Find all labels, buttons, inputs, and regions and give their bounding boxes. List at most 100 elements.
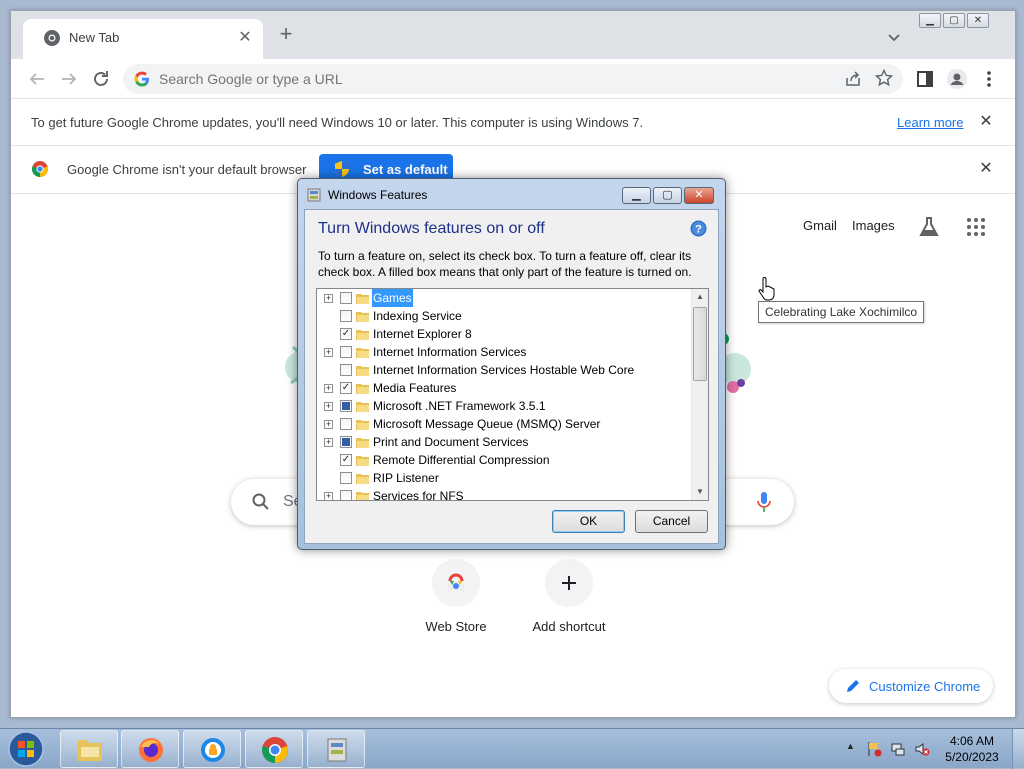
forward-icon[interactable] [57, 67, 81, 91]
tab-search-chevron-icon[interactable] [884, 27, 904, 47]
feature-row[interactable]: Indexing Service [317, 307, 692, 325]
dialog-titlebar[interactable]: Windows Features ▁ ▢ ✕ [298, 179, 725, 209]
tab-new-tab[interactable]: New Tab ✕ [23, 19, 263, 59]
feature-checkbox[interactable] [340, 310, 352, 322]
feature-name: Internet Explorer 8 [373, 327, 472, 341]
labs-flask-icon[interactable] [917, 215, 941, 239]
back-icon[interactable] [25, 67, 49, 91]
network-icon[interactable] [890, 741, 906, 757]
help-icon[interactable]: ? [690, 220, 707, 237]
feature-row[interactable]: Internet Information Services Hostable W… [317, 361, 692, 379]
features-tree[interactable]: + Games Indexing Service ✓ Internet Explorer… [316, 288, 709, 501]
voice-search-mic-icon[interactable] [756, 491, 772, 513]
folder-icon [356, 492, 369, 500]
maximize-button[interactable]: ▢ [943, 13, 965, 28]
feature-name: Print and Document Services [373, 435, 529, 449]
scroll-thumb[interactable] [693, 307, 707, 381]
customize-chrome-button[interactable]: Customize Chrome [829, 669, 993, 703]
tab-title: New Tab [69, 30, 120, 45]
profile-avatar-icon[interactable] [945, 67, 969, 91]
scroll-down-arrow-icon[interactable]: ▼ [692, 484, 708, 500]
taskbar-firefox[interactable] [121, 730, 179, 768]
feature-checkbox[interactable] [340, 364, 352, 376]
expand-plus-icon[interactable]: + [324, 402, 333, 411]
folder-icon [356, 474, 369, 484]
scroll-up-arrow-icon[interactable]: ▲ [692, 289, 708, 305]
feature-checkbox[interactable] [340, 436, 352, 448]
clock-time: 4:06 AM [949, 734, 995, 748]
explorer-icon [78, 740, 102, 761]
expand-plus-icon[interactable]: + [324, 420, 333, 429]
dialog-close-button[interactable]: ✕ [684, 187, 714, 204]
feature-row[interactable]: + Internet Information Services [317, 343, 692, 361]
shortcut-add[interactable]: Add shortcut [519, 559, 619, 634]
customize-chrome-label: Customize Chrome [869, 679, 981, 694]
taskbar-explorer[interactable] [60, 730, 118, 768]
chrome-icon [262, 737, 288, 763]
expand-plus-icon[interactable]: + [324, 492, 333, 500]
expand-plus-icon[interactable]: + [324, 294, 333, 303]
shortcut-web-store[interactable]: Web Store [406, 559, 506, 634]
taskbar-windows-features[interactable] [307, 730, 365, 768]
feature-row[interactable]: + Print and Document Services [317, 433, 692, 451]
minimize-button[interactable]: ▁ [919, 13, 941, 28]
feature-row[interactable]: ✓ Remote Differential Compression [317, 451, 692, 469]
expand-plus-icon[interactable]: + [324, 384, 333, 393]
cancel-button[interactable]: Cancel [635, 510, 708, 533]
feature-checkbox[interactable] [340, 418, 352, 430]
features-scrollbar[interactable]: ▲ ▼ [691, 289, 708, 500]
learn-more-link[interactable]: Learn more [897, 115, 963, 130]
gmail-link[interactable]: Gmail [803, 218, 837, 233]
start-orb-icon[interactable] [6, 730, 46, 768]
hand-cursor-icon [758, 277, 775, 301]
feature-checkbox[interactable] [340, 292, 352, 304]
feature-checkbox[interactable] [340, 490, 352, 500]
ok-button[interactable]: OK [552, 510, 625, 533]
feature-name: Microsoft Message Queue (MSMQ) Server [373, 417, 601, 431]
menu-kebab-icon[interactable] [977, 67, 1001, 91]
volume-muted-icon[interactable] [914, 741, 930, 757]
feature-checkbox[interactable]: ✓ [340, 382, 352, 394]
folder-icon [356, 402, 369, 412]
omnibox[interactable] [123, 64, 903, 94]
svg-text:?: ? [695, 224, 702, 236]
side-panel-icon[interactable] [913, 67, 937, 91]
google-apps-icon[interactable] [966, 217, 986, 237]
taskbar-vpn[interactable] [183, 730, 241, 768]
dialog-minimize-button[interactable]: ▁ [622, 187, 651, 204]
feature-row[interactable]: + Microsoft .NET Framework 3.5.1 [317, 397, 692, 415]
expand-plus-icon[interactable]: + [324, 438, 333, 447]
action-center-flag-icon[interactable] [866, 741, 882, 757]
reload-icon[interactable] [89, 67, 113, 91]
feature-checkbox[interactable] [340, 346, 352, 358]
expand-plus-icon[interactable]: + [324, 348, 333, 357]
feature-row[interactable]: ✓ Internet Explorer 8 [317, 325, 692, 343]
new-tab-button[interactable]: + [275, 23, 297, 46]
feature-checkbox[interactable]: ✓ [340, 328, 352, 340]
doodle-tooltip: Celebrating Lake Xochimilco [758, 301, 925, 323]
clock[interactable]: 4:06 AM 5/20/2023 [942, 733, 1002, 765]
bookmark-star-icon[interactable] [874, 68, 894, 88]
feature-checkbox[interactable] [340, 400, 352, 412]
toolbar [11, 59, 1015, 99]
tab-close-icon[interactable]: ✕ [235, 28, 255, 48]
feature-row[interactable]: + Services for NFS [317, 487, 692, 500]
close-button[interactable]: ✕ [967, 13, 989, 28]
window-controls: ▁ ▢ ✕ [917, 13, 989, 28]
update-infobar-close-icon[interactable]: ✕ [977, 113, 995, 131]
show-hidden-icons-icon[interactable]: ▲ [846, 741, 855, 751]
images-link[interactable]: Images [852, 218, 895, 233]
omnibox-input[interactable] [157, 68, 737, 90]
feature-row[interactable]: + Games [317, 289, 692, 307]
feature-row[interactable]: + Microsoft Message Queue (MSMQ) Server [317, 415, 692, 433]
feature-checkbox[interactable]: ✓ [340, 454, 352, 466]
feature-row[interactable]: RIP Listener [317, 469, 692, 487]
share-icon[interactable] [843, 69, 863, 89]
feature-checkbox[interactable] [340, 472, 352, 484]
feature-row[interactable]: + ✓ Media Features [317, 379, 692, 397]
show-desktop-button[interactable] [1012, 729, 1024, 769]
taskbar-chrome[interactable] [245, 730, 303, 768]
default-infobar-close-icon[interactable]: ✕ [977, 160, 995, 178]
update-infobar: To get future Google Chrome updates, you… [11, 100, 1015, 146]
dialog-maximize-button[interactable]: ▢ [653, 187, 682, 204]
